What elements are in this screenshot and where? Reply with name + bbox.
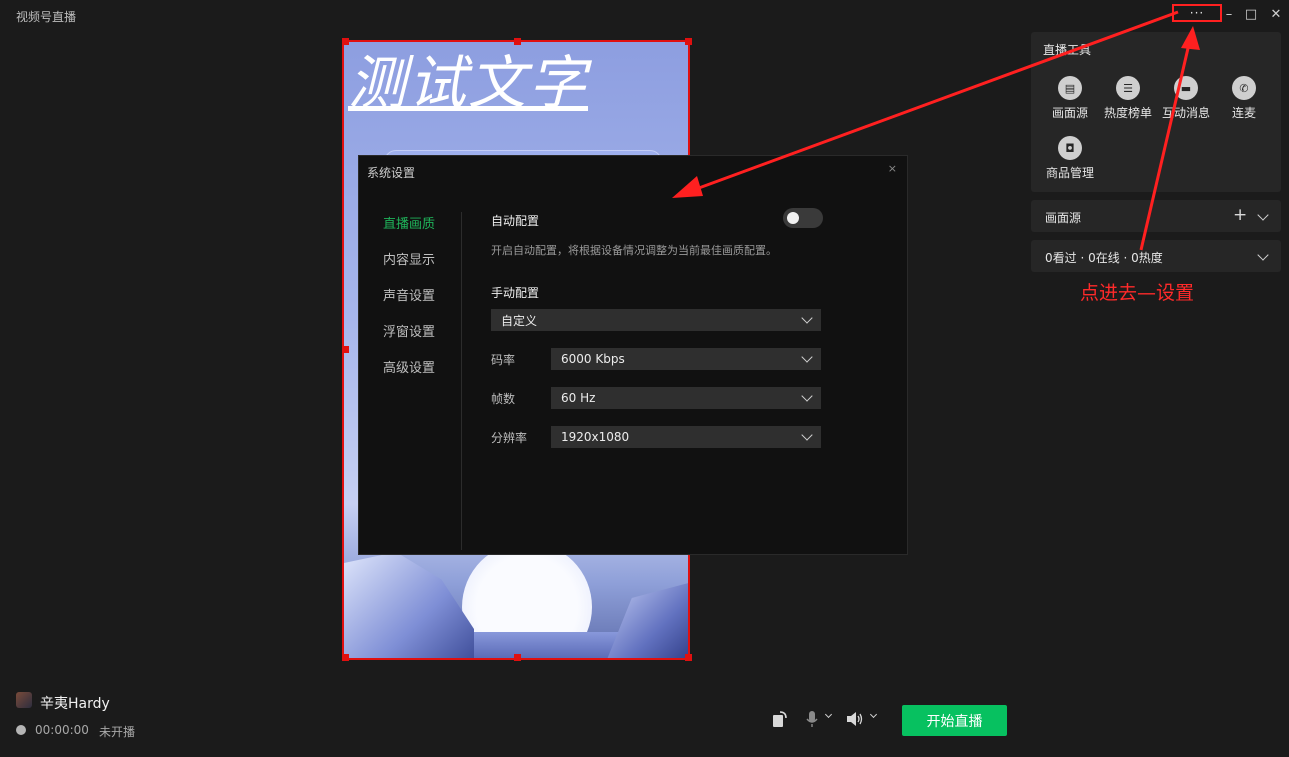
live-timer: 00:00:00 [35, 723, 89, 737]
arrowhead-more-button [1181, 26, 1200, 50]
arrowhead-dialog [672, 176, 703, 198]
start-live-button[interactable]: 开始直播 [902, 705, 1007, 736]
user-name: 辛夷Hardy [40, 696, 110, 712]
speaker-icon[interactable] [846, 708, 864, 730]
annotation-arrows [672, 10, 1200, 251]
microphone-icon[interactable] [806, 708, 818, 730]
live-status: 未开播 [99, 725, 136, 739]
arrow-to-more-button [1139, 43, 1191, 251]
avatar [16, 692, 32, 708]
clock-icon [16, 725, 26, 735]
rotate-screen-icon[interactable] [772, 708, 788, 730]
arrow-to-dialog [687, 10, 1179, 194]
